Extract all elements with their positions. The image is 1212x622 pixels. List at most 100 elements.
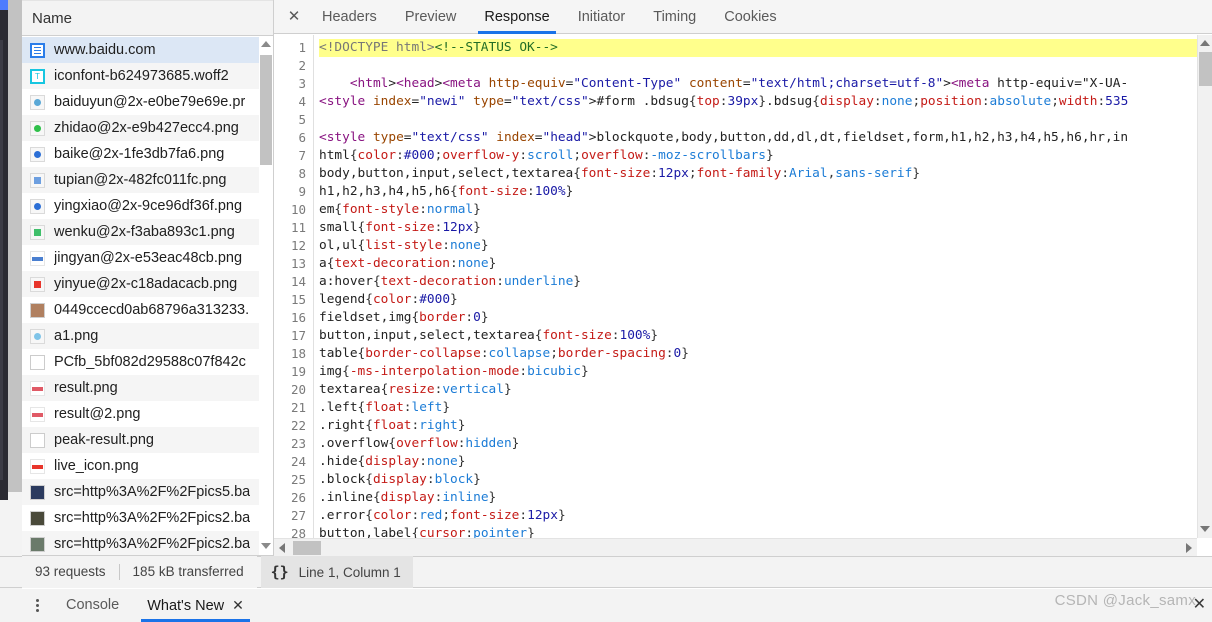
kebab-menu-icon[interactable] [22, 589, 52, 622]
image-icon [30, 224, 45, 240]
request-list-item[interactable]: src=http%3A%2F%2Fpics2.ba [22, 531, 273, 555]
request-list-item[interactable]: src=http%3A%2F%2Fpics5.ba [22, 479, 273, 505]
request-list-item[interactable]: result@2.png [22, 401, 273, 427]
request-list-scrollbar[interactable] [259, 37, 273, 555]
request-list-item-label: PCfb_5bf082d29588c07f842c [54, 354, 246, 370]
code-scroll-down-arrow-icon[interactable] [1200, 526, 1210, 532]
code-content[interactable]: <!DOCTYPE html><!--STATUS OK--> <html><h… [314, 35, 1197, 538]
request-list-item[interactable]: yingxiao@2x-9ce96df36f.png [22, 193, 273, 219]
image-icon [30, 510, 45, 526]
code-horizontal-scrollbar[interactable] [274, 538, 1197, 556]
request-list-item-label: tupian@2x-482fc011fc.png [54, 172, 227, 188]
line-number: 20 [290, 382, 306, 397]
code-scrollport[interactable]: 1 2 3 4 5 6 7 8 9 10 11 12 13 14 15 16 17 18 19 20 21 22 23 24 2… [274, 35, 1197, 538]
request-list-item[interactable]: yinyue@2x-c18adacacb.png [22, 271, 273, 297]
code-vertical-scrollbar[interactable] [1197, 35, 1212, 538]
scrollbar-thumb[interactable] [260, 55, 272, 165]
drawer-tab-label: Console [66, 597, 120, 613]
request-list-item[interactable]: src=http%3A%2F%2Fpics2.ba [22, 505, 273, 531]
image-icon [30, 250, 45, 266]
code-scroll-up-arrow-icon[interactable] [1200, 40, 1210, 46]
icon-shape [34, 228, 41, 236]
code-scroll-right-arrow-icon[interactable] [1186, 543, 1192, 553]
request-detail-panel: ✕ Headers Preview Response Initiator Timing C… [274, 0, 1212, 556]
code-line: legend{color:#000} [319, 292, 458, 307]
icon-shape [34, 176, 41, 184]
request-list-body[interactable]: www.baidu.com Ticonfont-b624973685.woff2 b… [22, 37, 273, 555]
request-list-item[interactable]: tupian@2x-482fc011fc.png [22, 167, 273, 193]
request-list-item-label: live_icon.png [54, 458, 139, 474]
request-list-item[interactable]: result.png [22, 375, 273, 401]
outer-scrollbar-thumb[interactable] [8, 0, 22, 492]
scroll-down-arrow-icon[interactable] [261, 543, 271, 549]
image-icon [30, 172, 45, 188]
request-list-item[interactable]: live_icon.png [22, 453, 273, 479]
line-number: 3 [298, 76, 306, 91]
request-list-item[interactable]: PCfb_5bf082d29588c07f842c [22, 349, 273, 375]
request-list-item[interactable]: baike@2x-1fe3db7fa6.png [22, 141, 273, 167]
code-vscroll-thumb[interactable] [1199, 52, 1212, 86]
tab-initiator[interactable]: Initiator [564, 0, 640, 34]
line-number: 25 [290, 472, 306, 487]
image-icon [30, 484, 45, 500]
devtools-window: Name www.baidu.com Ticonfont-b624973685.w… [0, 0, 1212, 622]
line-number: 4 [298, 94, 306, 109]
close-detail-icon[interactable]: ✕ [280, 0, 308, 34]
code-line: table{border-collapse:collapse;border-sp… [319, 346, 689, 361]
line-number: 13 [290, 256, 306, 271]
request-list-item[interactable]: jingyan@2x-e53eac48cb.png [22, 245, 273, 271]
code-line: .right{float:right} [319, 418, 466, 433]
scroll-up-arrow-icon[interactable] [261, 41, 271, 47]
request-list-item[interactable]: www.baidu.com [22, 37, 273, 63]
code-scroll-left-arrow-icon[interactable] [279, 543, 285, 553]
request-list-item-label: peak-result.png [54, 432, 154, 448]
drawer-tab-label: What's New [147, 598, 225, 614]
transfer-size-label: 185 kB transferred [132, 564, 244, 579]
tab-headers[interactable]: Headers [308, 0, 391, 34]
image-icon [30, 432, 45, 448]
request-list-item-label: wenku@2x-f3aba893c1.png [54, 224, 235, 240]
request-list-item[interactable]: baiduyun@2x-e0be79e69e.pr [22, 89, 273, 115]
code-hscroll-thumb[interactable] [293, 541, 321, 555]
tab-preview[interactable]: Preview [391, 0, 471, 34]
request-list-item-label: zhidao@2x-e9b427ecc4.png [54, 120, 239, 136]
code-line: fieldset,img{border:0} [319, 310, 489, 325]
code-line: textarea{resize:vertical} [319, 382, 512, 397]
code-line: img{-ms-interpolation-mode:bicubic} [319, 364, 589, 379]
drawer-tabbar: Console What's New ✕ [0, 589, 1212, 622]
drawer-tab-console[interactable]: Console [52, 589, 133, 622]
line-number: 27 [290, 508, 306, 523]
request-list-item[interactable]: Ticonfont-b624973685.woff2 [22, 63, 273, 89]
request-list-item[interactable]: zhidao@2x-e9b427ecc4.png [22, 115, 273, 141]
pretty-print-button[interactable]: {} Line 1, Column 1 [260, 556, 413, 588]
code-line: <!DOCTYPE html><!--STATUS OK--> [319, 39, 1197, 57]
tab-cookies[interactable]: Cookies [710, 0, 790, 34]
request-list-item-label: yinyue@2x-c18adacacb.png [54, 276, 238, 292]
line-number: 17 [290, 328, 306, 343]
icon-shape [34, 98, 41, 106]
image-icon [30, 406, 45, 422]
drawer-close-icon[interactable]: ✕ [1193, 594, 1206, 614]
line-number: 15 [290, 292, 306, 307]
drawer-tab-close-icon[interactable]: ✕ [232, 597, 244, 613]
image-icon [30, 146, 45, 162]
request-list-item[interactable]: a1.png [22, 323, 273, 349]
request-list-item-label: src=http%3A%2F%2Fpics2.ba [54, 510, 251, 526]
icon-bar [32, 464, 43, 469]
tab-timing[interactable]: Timing [639, 0, 710, 34]
drawer-tab-group: Console What's New ✕ [52, 589, 258, 622]
code-line: body,button,input,select,textarea{font-s… [319, 166, 921, 181]
request-list-item[interactable]: wenku@2x-f3aba893c1.png [22, 219, 273, 245]
image-icon [30, 328, 45, 344]
request-list-header-name[interactable]: Name [22, 0, 273, 36]
request-list-item[interactable]: peak-result.png [22, 427, 273, 453]
request-list-item[interactable]: 0449ccecd0ab68796a313233. [22, 297, 273, 323]
request-list-item-label: baiduyun@2x-e0be79e69e.pr [54, 94, 246, 110]
drawer-tab-what-s-new[interactable]: What's New ✕ [133, 589, 258, 622]
request-list-item-label: jingyan@2x-e53eac48cb.png [54, 250, 243, 266]
font-file-icon: T [30, 68, 45, 84]
line-number: 26 [290, 490, 306, 505]
tab-response[interactable]: Response [470, 0, 563, 34]
code-line: ol,ul{list-style:none} [319, 238, 489, 253]
